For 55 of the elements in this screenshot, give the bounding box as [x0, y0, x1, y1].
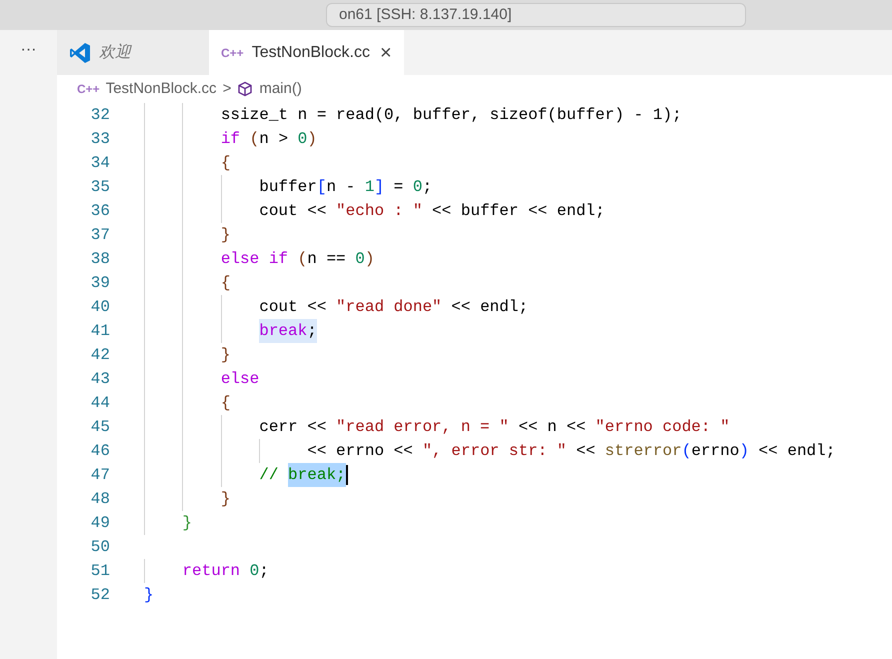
code-line: } — [182, 513, 192, 534]
command-center-field[interactable]: on61 [SSH: 8.137.19.140] — [326, 3, 746, 27]
line-number: 36 — [90, 201, 110, 222]
code-line: return 0; — [182, 561, 269, 582]
line-number: 49 — [90, 513, 110, 534]
cpp-file-icon: C++ — [221, 46, 244, 58]
code-line: // break; — [259, 463, 348, 487]
breadcrumb-separator: > — [222, 78, 232, 99]
breadcrumb-item[interactable]: main() — [237, 78, 302, 100]
code-line: else — [220, 369, 260, 390]
code-line: cerr << "read error, n = " << n << "errno code: " — [259, 417, 730, 438]
line-number: 34 — [90, 153, 110, 174]
line-number: 42 — [90, 345, 110, 366]
line-number: 32 — [90, 105, 110, 126]
cpp-file-icon: C++ — [77, 83, 100, 95]
close-icon[interactable]: × — [380, 42, 392, 62]
code-line: cout << "echo : " << buffer << endl; — [259, 201, 605, 222]
code-line: { — [220, 273, 230, 294]
line-number: 40 — [90, 297, 110, 318]
editor-tab[interactable]: 欢迎 — [57, 30, 209, 75]
line-number: 38 — [90, 249, 110, 270]
code-line: if (n > 0) — [220, 129, 317, 150]
code-line: else if (n == 0) — [220, 249, 374, 270]
line-number: 48 — [90, 489, 110, 510]
code-line: } — [220, 489, 230, 510]
line-number: 45 — [90, 417, 110, 438]
code-line: break; — [259, 319, 317, 343]
code-line: } — [144, 585, 154, 606]
line-number: 43 — [90, 369, 110, 390]
more-actions-icon[interactable]: ··· — [20, 42, 36, 58]
code-line: { — [220, 153, 230, 174]
code-line: } — [220, 225, 230, 246]
line-number: 35 — [90, 177, 110, 198]
editor-tab[interactable]: C++ TestNonBlock.cc × — [209, 30, 404, 75]
code-line: } — [220, 345, 230, 366]
code-line: cout << "read done" << endl; — [259, 297, 528, 318]
code-line: { — [220, 393, 230, 414]
indent-guide — [144, 559, 145, 583]
line-number: 47 — [90, 465, 110, 486]
cube-icon — [237, 81, 254, 97]
line-number: 46 — [90, 441, 110, 462]
line-number: 51 — [90, 561, 110, 582]
line-number: 37 — [90, 225, 110, 246]
breadcrumb-item[interactable]: C++ TestNonBlock.cc — [77, 78, 217, 100]
code-line: ssize_t n = read(0, buffer, sizeof(buffer) - 1); — [220, 105, 682, 126]
code-line: buffer[n - 1] = 0; — [259, 177, 432, 198]
code-line: << errno << ", error str: " << strerror(errno) << endl; — [306, 441, 836, 462]
line-number: 41 — [90, 321, 110, 342]
line-number: 52 — [90, 585, 110, 606]
line-number: 33 — [90, 129, 110, 150]
indent-guide — [259, 439, 260, 463]
line-number: 50 — [90, 537, 110, 558]
vscode-logo-icon — [69, 42, 91, 64]
line-number: 39 — [90, 273, 110, 294]
line-number: 44 — [90, 393, 110, 414]
